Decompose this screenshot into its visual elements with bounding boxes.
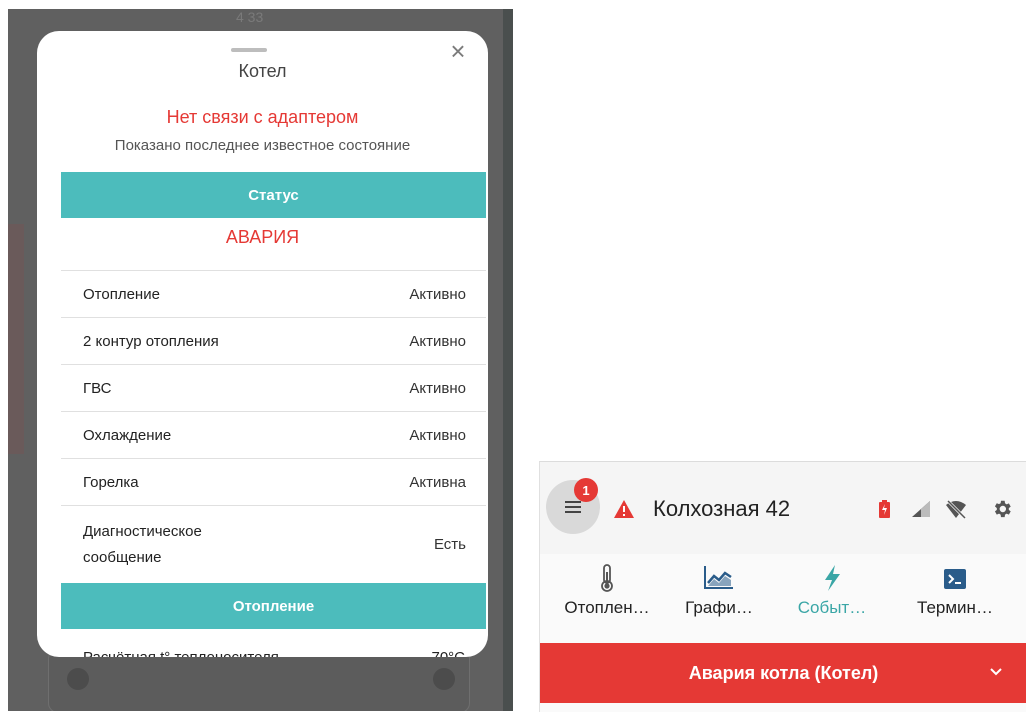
close-icon[interactable]: × — [446, 38, 470, 64]
gear-icon — [433, 668, 455, 690]
row-value: Активна — [409, 473, 466, 491]
section-header-heating: Отопление — [61, 583, 486, 629]
boiler-modal-screenshot: 4 33 × Котел Нет связи с адаптером Показ… — [8, 9, 513, 711]
row-value: Активно — [409, 285, 466, 303]
drag-handle[interactable] — [231, 48, 267, 52]
tab-label: Термин… — [917, 598, 993, 617]
tab-label: Событ… — [797, 598, 867, 617]
row-value: 70°C — [431, 649, 465, 657]
power-icon — [67, 668, 89, 690]
status-row: 2 контур отопления Активно — [61, 317, 486, 364]
boiler-modal: × Котел Нет связи с адаптером Показано п… — [37, 31, 488, 657]
row-label: ГВС — [83, 379, 112, 397]
tab-label: Отоплен… — [564, 598, 650, 617]
warning-icon — [614, 500, 634, 518]
chart-icon — [704, 566, 733, 589]
status-row: Охлаждение Активно — [61, 411, 486, 458]
chevron-down-icon[interactable] — [989, 665, 1003, 679]
row-label: Горелка — [83, 473, 139, 491]
alert-text: Авария котла (Котел) — [688, 662, 879, 683]
row-label: Расчётная t° теплоносителя — [83, 649, 279, 657]
signal-icon — [912, 501, 930, 517]
app-header-screenshot: 1 Колхозная 42 Отоплен… Графи… Событ… Те… — [539, 461, 1026, 712]
row-label: Охлаждение — [83, 426, 172, 444]
section-header-status: Статус — [61, 172, 486, 218]
status-row: Горелка Активна — [61, 458, 486, 505]
tab-events[interactable]: Событ… — [777, 554, 887, 640]
tab-charts[interactable]: Графи… — [664, 554, 774, 640]
status-row: Диагностическое сообщение Есть — [61, 505, 486, 583]
location-name[interactable]: Колхозная 42 — [653, 496, 790, 522]
battery-icon — [879, 500, 890, 518]
row-value: Активно — [409, 379, 466, 397]
row-label: Отопление — [83, 285, 160, 303]
background-footer — [48, 649, 470, 711]
tab-bar: Отоплен… Графи… Событ… Термин… — [540, 554, 1026, 640]
connection-error: Нет связи с адаптером — [166, 107, 359, 127]
thermometer-icon — [601, 564, 613, 592]
alert-banner[interactable]: Авария котла (Котел) — [540, 643, 1026, 703]
status-row: Отопление Активно — [61, 270, 486, 317]
top-bar: 1 Колхозная 42 — [540, 462, 1026, 554]
notification-badge: 1 — [574, 478, 598, 502]
alarm-status: АВАРИЯ — [225, 227, 300, 247]
tab-label: Графи… — [685, 598, 753, 617]
terminal-icon — [944, 569, 966, 589]
lightning-icon — [825, 565, 840, 591]
wifi-off-icon — [946, 499, 967, 519]
row-label: Диагностическое сообщение — [83, 522, 202, 566]
last-state-note: Показано последнее известное состояние — [114, 137, 411, 154]
menu-icon — [565, 501, 581, 513]
tab-terminal[interactable]: Термин… — [900, 554, 1010, 640]
modal-title: Котел — [238, 61, 287, 81]
row-value: Активно — [409, 332, 466, 350]
background-counter: 4 33 — [236, 9, 264, 25]
row-label: 2 контур отопления — [83, 332, 219, 350]
background-strip — [8, 224, 24, 454]
row-value: Активно — [409, 426, 466, 444]
gear-icon[interactable] — [991, 498, 1013, 520]
row-value: Есть — [433, 536, 466, 553]
status-row: ГВС Активно — [61, 364, 486, 411]
tab-heating[interactable]: Отоплен… — [552, 554, 662, 640]
status-row-partial: Расчётная t° теплоносителя 70°C — [83, 639, 483, 657]
background-strip — [503, 9, 513, 711]
